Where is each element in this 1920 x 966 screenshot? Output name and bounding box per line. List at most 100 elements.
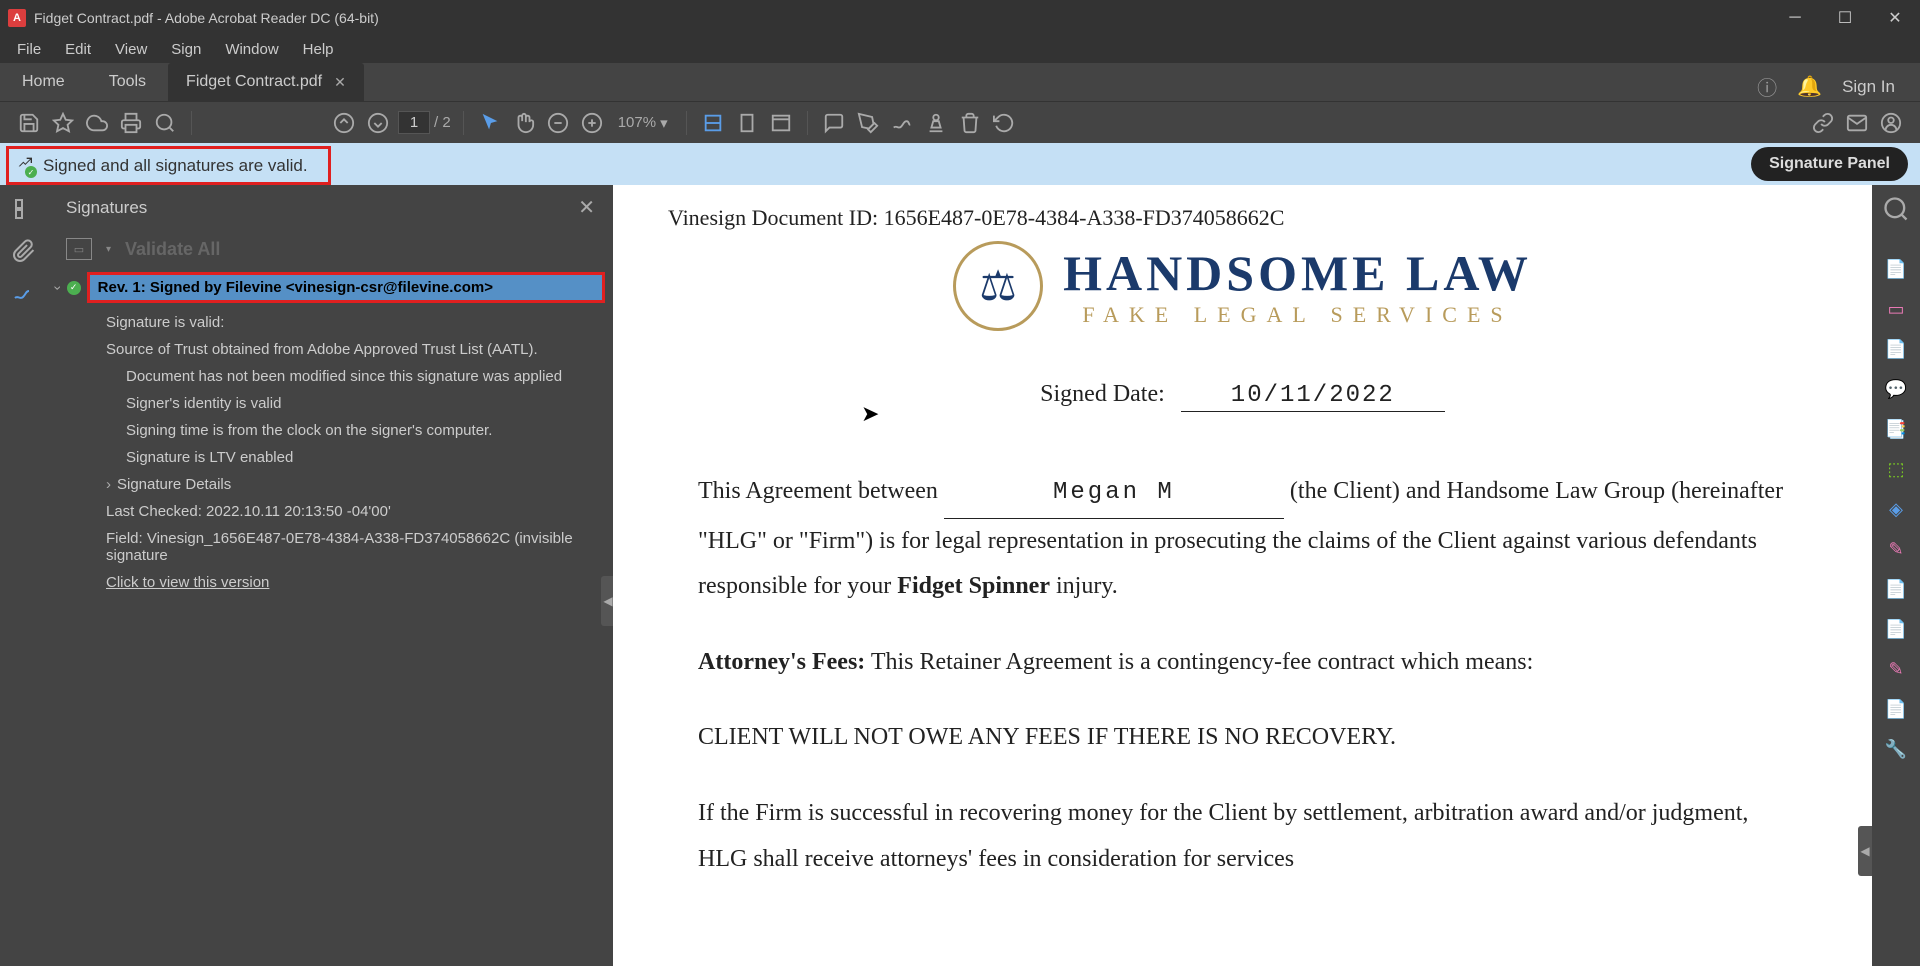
tabbar: Home Tools Fidget Contract.pdf ✕ ⓘ 🔔 Sig… bbox=[0, 63, 1920, 101]
minimize-button[interactable]: ─ bbox=[1770, 0, 1820, 35]
search-icon[interactable] bbox=[151, 109, 179, 137]
main-area: Signatures ✕ ▭ ▾ Validate All › ✓ Rev. 1… bbox=[0, 185, 1920, 966]
settings-icon[interactable]: 🔧 bbox=[1882, 735, 1910, 763]
cloud-icon[interactable] bbox=[83, 109, 111, 137]
body-text: CLIENT WILL NOT OWE ANY FEES IF THERE IS… bbox=[698, 715, 1787, 761]
page-down-icon[interactable] bbox=[364, 109, 392, 137]
agreement-body: This Agreement between Megan M (the Clie… bbox=[668, 469, 1817, 882]
signatures-panel: Signatures ✕ ▭ ▾ Validate All › ✓ Rev. 1… bbox=[48, 185, 613, 966]
titlebar: A Fidget Contract.pdf - Adobe Acrobat Re… bbox=[0, 0, 1920, 35]
read-mode-icon[interactable] bbox=[767, 109, 795, 137]
right-panel-collapse-handle[interactable]: ◀ bbox=[1858, 826, 1872, 876]
zoom-in-icon[interactable] bbox=[578, 109, 606, 137]
combine-files-icon[interactable]: 📑 bbox=[1882, 415, 1910, 443]
menu-file[interactable]: File bbox=[5, 37, 53, 62]
edit-pdf-icon[interactable]: ▭ bbox=[1882, 295, 1910, 323]
right-tools-strip: 📄 ▭ 📄 💬 📑 ⬚ ◈ ✎ 📄 📄 ✎ 📄 🔧 bbox=[1872, 185, 1920, 966]
page-current-input[interactable]: 1 bbox=[398, 111, 430, 134]
left-nav-strip bbox=[0, 185, 48, 966]
zoom-out-icon[interactable] bbox=[544, 109, 572, 137]
search-tool-icon[interactable] bbox=[1882, 195, 1910, 223]
panel-collapse-handle[interactable]: ◀ bbox=[601, 576, 613, 626]
print-icon[interactable] bbox=[117, 109, 145, 137]
validate-options-icon[interactable]: ▭ bbox=[66, 238, 92, 260]
signed-date-row: Signed Date: 10/11/2022 bbox=[668, 381, 1817, 409]
document-viewport[interactable]: Vinesign Document ID: 1656E487-0E78-4384… bbox=[613, 185, 1872, 966]
thumbnails-icon[interactable] bbox=[12, 197, 36, 221]
tab-document-label: Fidget Contract.pdf bbox=[186, 73, 322, 91]
comment-icon[interactable] bbox=[820, 109, 848, 137]
menu-sign[interactable]: Sign bbox=[159, 37, 213, 62]
sig-detail: Last Checked: 2022.10.11 20:13:50 -04'00… bbox=[56, 498, 605, 525]
email-icon[interactable] bbox=[1843, 109, 1871, 137]
body-text: This Agreement between bbox=[698, 478, 944, 504]
firm-subtitle: FAKE LEGAL SERVICES bbox=[1063, 302, 1532, 328]
organize-pages-icon[interactable]: ⬚ bbox=[1882, 455, 1910, 483]
rotate-icon[interactable] bbox=[990, 109, 1018, 137]
menu-window[interactable]: Window bbox=[213, 37, 290, 62]
fit-width-icon[interactable] bbox=[699, 109, 727, 137]
injury-name: Fidget Spinner bbox=[897, 573, 1050, 599]
fill-sign-icon[interactable]: 📄 bbox=[1882, 615, 1910, 643]
window-title: Fidget Contract.pdf - Adobe Acrobat Read… bbox=[34, 10, 1770, 26]
maximize-button[interactable]: ☐ bbox=[1820, 0, 1870, 35]
tab-tools[interactable]: Tools bbox=[87, 63, 168, 101]
attachments-icon[interactable] bbox=[12, 239, 36, 263]
view-version-link[interactable]: Click to view this version bbox=[56, 569, 605, 596]
document-id: Vinesign Document ID: 1656E487-0E78-4384… bbox=[668, 205, 1817, 231]
convert-icon[interactable]: 📄 bbox=[1882, 695, 1910, 723]
tab-home[interactable]: Home bbox=[0, 63, 87, 101]
zoom-dropdown-icon[interactable]: ▾ bbox=[660, 114, 668, 132]
sign-in-button[interactable]: Sign In bbox=[1842, 77, 1895, 97]
menu-edit[interactable]: Edit bbox=[53, 37, 103, 62]
signature-status-text: Signed and all signatures are valid. bbox=[43, 156, 308, 176]
menu-help[interactable]: Help bbox=[291, 37, 346, 62]
sign-icon[interactable] bbox=[888, 109, 916, 137]
comment-tool-icon[interactable]: 💬 bbox=[1882, 375, 1910, 403]
highlight-icon[interactable] bbox=[854, 109, 882, 137]
export-pdf-icon[interactable]: 📄 bbox=[1882, 255, 1910, 283]
page-total: / 2 bbox=[434, 114, 451, 131]
sig-detail: Signature is LTV enabled bbox=[56, 444, 605, 471]
hand-tool-icon[interactable] bbox=[510, 109, 538, 137]
signature-panel-button[interactable]: Signature Panel bbox=[1751, 147, 1908, 181]
tab-close-icon[interactable]: ✕ bbox=[334, 74, 346, 91]
fit-page-icon[interactable] bbox=[733, 109, 761, 137]
signed-date-label: Signed Date: bbox=[1040, 381, 1165, 407]
menu-view[interactable]: View bbox=[103, 37, 159, 62]
panel-close-icon[interactable]: ✕ bbox=[578, 195, 595, 220]
page-up-icon[interactable] bbox=[330, 109, 358, 137]
compress-pdf-icon[interactable]: ◈ bbox=[1882, 495, 1910, 523]
protect-icon[interactable]: 📄 bbox=[1882, 575, 1910, 603]
save-icon[interactable] bbox=[15, 109, 43, 137]
selection-tool-icon[interactable] bbox=[476, 109, 504, 137]
create-pdf-icon[interactable]: 📄 bbox=[1882, 335, 1910, 363]
signature-details-toggle[interactable]: Signature Details bbox=[56, 471, 605, 498]
sig-detail: Signing time is from the clock on the si… bbox=[56, 417, 605, 444]
signature-revision-highlight: Rev. 1: Signed by Filevine <vinesign-csr… bbox=[87, 272, 605, 303]
zoom-value: 107% bbox=[618, 114, 656, 131]
help-icon[interactable]: ⓘ bbox=[1757, 72, 1777, 101]
star-icon[interactable] bbox=[49, 109, 77, 137]
profile-icon[interactable] bbox=[1877, 109, 1905, 137]
firm-title: HANDSOME LAW bbox=[1063, 244, 1532, 302]
stamp-icon[interactable] bbox=[922, 109, 950, 137]
notification-icon[interactable]: 🔔 bbox=[1797, 74, 1822, 99]
body-text: This Retainer Agreement is a contingency… bbox=[865, 649, 1533, 675]
tab-document[interactable]: Fidget Contract.pdf ✕ bbox=[168, 63, 364, 101]
signature-revision-text: Rev. 1: Signed by Filevine <vinesign-csr… bbox=[98, 279, 594, 296]
validate-dropdown-icon[interactable]: ▾ bbox=[106, 244, 111, 255]
link-icon[interactable] bbox=[1809, 109, 1837, 137]
close-button[interactable]: ✕ bbox=[1870, 0, 1920, 35]
more-tools-icon[interactable]: ✎ bbox=[1882, 655, 1910, 683]
redact-icon[interactable]: ✎ bbox=[1882, 535, 1910, 563]
validate-all-row[interactable]: ▭ ▾ Validate All bbox=[48, 230, 613, 268]
signature-revision-row[interactable]: › ✓ Rev. 1: Signed by Filevine <vinesign… bbox=[56, 272, 605, 303]
signatures-panel-icon[interactable] bbox=[12, 281, 36, 305]
zoom-level[interactable]: 107% ▾ bbox=[612, 114, 674, 132]
valid-check-icon: ✓ bbox=[67, 281, 81, 295]
chevron-down-icon[interactable]: › bbox=[50, 285, 66, 290]
delete-icon[interactable] bbox=[956, 109, 984, 137]
validate-all-label: Validate All bbox=[125, 239, 220, 260]
sig-detail: Document has not been modified since thi… bbox=[56, 363, 605, 390]
